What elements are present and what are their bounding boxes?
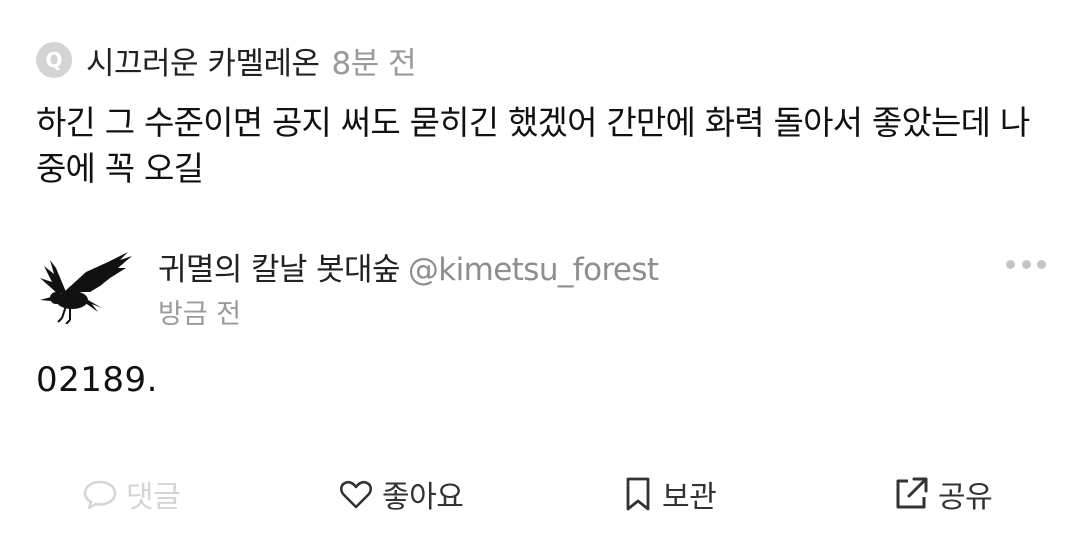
like-label: 좋아요 <box>382 480 464 515</box>
reply-label: 댓글 <box>126 480 181 515</box>
save-label: 보관 <box>662 480 717 515</box>
quote-badge-icon: Q <box>36 42 72 78</box>
quoted-author-name[interactable]: 시끄러운 카멜레온 <box>86 38 320 83</box>
heart-icon <box>338 476 374 512</box>
dot <box>1006 259 1015 269</box>
avatar[interactable] <box>36 248 136 325</box>
bookmark-icon <box>622 476 654 512</box>
post-header: 귀멸의 칼날 봇대숲 @kimetsu_forest 방금 전 <box>36 240 1046 330</box>
comment-bubble-icon <box>82 476 118 512</box>
dot <box>1021 259 1031 269</box>
quoted-post-text: 하긴 그 수준이면 공지 써도 묻히긴 했겠어 간만에 화력 돌아서 좋았는데 … <box>36 103 1030 188</box>
share-button[interactable]: 공유 <box>892 468 993 520</box>
post-text: 02189. <box>36 360 158 400</box>
post-author[interactable]: 귀멸의 칼날 봇대숲 @kimetsu_forest <box>158 244 659 289</box>
quoted-timestamp: 8분 전 <box>331 45 417 82</box>
share-external-icon <box>892 475 930 513</box>
share-label: 공유 <box>938 480 993 515</box>
post-timestamp: 방금 전 <box>158 299 242 330</box>
action-bar: 댓글 좋아요 보관 공유 <box>0 468 1080 520</box>
more-dots-icon[interactable] <box>1006 254 1046 274</box>
crow-icon <box>40 252 132 325</box>
save-button[interactable]: 보관 <box>622 468 717 520</box>
dot <box>1037 259 1046 269</box>
author-handle[interactable]: @kimetsu_forest <box>408 252 659 288</box>
reply-button[interactable]: 댓글 <box>82 468 181 520</box>
like-button[interactable]: 좋아요 <box>338 468 464 520</box>
author-display-name[interactable]: 귀멸의 칼날 봇대숲 <box>158 252 400 288</box>
quoted-post-header: Q 시끄러운 카멜레온 8분 전 <box>36 38 417 83</box>
